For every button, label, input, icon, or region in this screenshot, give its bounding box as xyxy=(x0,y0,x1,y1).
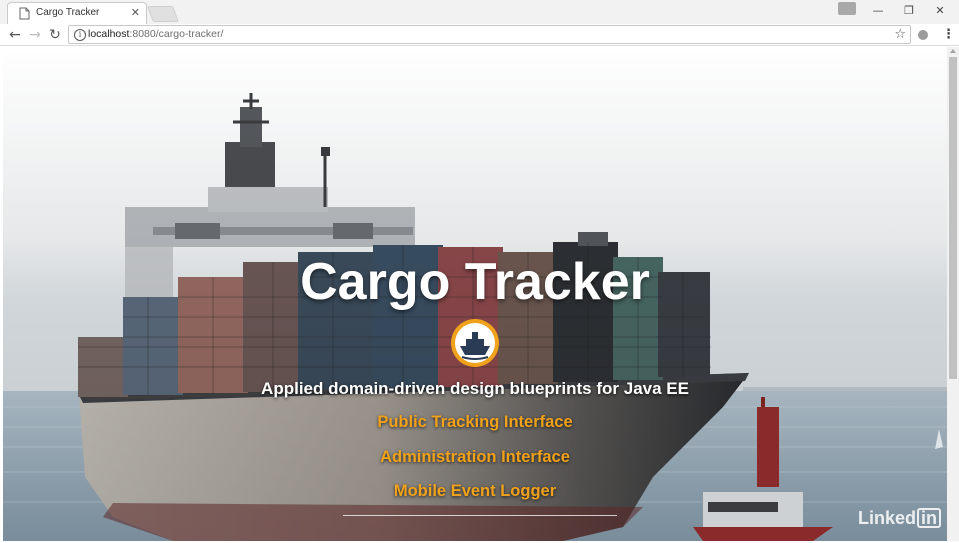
minimize-icon[interactable]: — xyxy=(867,3,889,19)
extension-icon[interactable] xyxy=(918,30,928,40)
linkedin-watermark: Linked in xyxy=(858,508,942,529)
page-title: Cargo Tracker xyxy=(300,253,650,311)
address-bar[interactable]: i localhost:8080/cargo-tracker/ ☆ xyxy=(68,25,911,44)
browser-titlebar: Cargo Tracker ✕ — ❐ ✕ xyxy=(0,0,959,24)
window-close-icon[interactable]: ✕ xyxy=(929,3,951,19)
info-icon[interactable]: i xyxy=(74,29,86,41)
url-text[interactable]: localhost:8080/cargo-tracker/ xyxy=(88,28,223,40)
vertical-scrollbar[interactable] xyxy=(947,47,959,541)
browser-toolbar: ← → ↻ i localhost:8080/cargo-tracker/ ☆ … xyxy=(0,24,959,46)
new-tab-button[interactable] xyxy=(147,6,179,22)
page-viewport: Cargo Tracker Applied domain-driven desi… xyxy=(3,47,947,541)
tab-title: Cargo Tracker xyxy=(36,7,100,18)
administration-link[interactable]: Administration Interface xyxy=(3,448,947,467)
page-subtitle: Applied domain-driven design blueprints … xyxy=(261,379,689,398)
restore-icon[interactable]: ❐ xyxy=(898,3,920,19)
forward-icon[interactable]: → xyxy=(27,27,43,43)
back-icon[interactable]: ← xyxy=(7,27,23,43)
scrollbar-thumb[interactable] xyxy=(949,57,957,379)
divider xyxy=(343,515,617,516)
mobile-event-logger-link[interactable]: Mobile Event Logger xyxy=(3,482,947,501)
ship-logo-icon xyxy=(451,319,499,367)
tab-close-icon[interactable]: ✕ xyxy=(131,7,140,19)
scroll-up-arrow-icon[interactable] xyxy=(950,49,956,53)
page-icon xyxy=(19,7,30,20)
browser-tab[interactable]: Cargo Tracker ✕ xyxy=(7,2,147,24)
public-tracking-link[interactable]: Public Tracking Interface xyxy=(3,413,947,432)
bookmark-star-icon[interactable]: ☆ xyxy=(894,26,906,43)
reload-icon[interactable]: ↻ xyxy=(47,27,63,43)
browser-menu-icon[interactable]: ⋮ xyxy=(942,27,955,43)
profile-icon[interactable] xyxy=(838,2,856,15)
